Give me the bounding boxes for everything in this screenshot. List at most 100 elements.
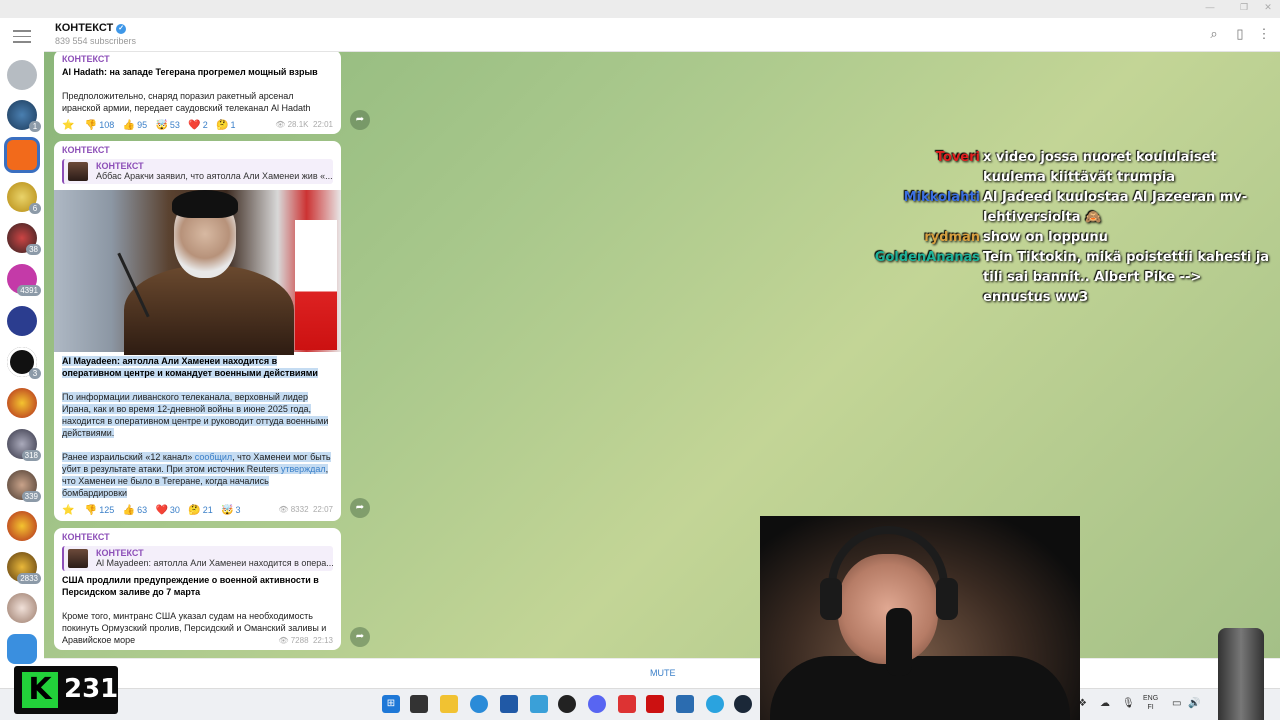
- chat-avatar[interactable]: 1: [7, 100, 41, 132]
- reply-thumbnail: [68, 549, 88, 568]
- chat-avatar-kontekst[interactable]: [7, 140, 37, 170]
- volume-icon[interactable]: 🔊: [1188, 698, 1200, 709]
- chat-avatar[interactable]: 339: [7, 470, 41, 502]
- reaction-star[interactable]: ⭐: [62, 502, 76, 519]
- chat-line: Toveri x video jossa nuoret koululaiset k…: [935, 150, 1217, 185]
- reaction[interactable]: ❤️ 30: [155, 502, 179, 519]
- message-channel: КОНТЕКСТ: [62, 532, 110, 542]
- telegram-icon[interactable]: [706, 695, 724, 713]
- reaction[interactable]: 🤯 3: [221, 502, 240, 519]
- window-titlebar: — ❐ ✕: [0, 0, 1280, 18]
- app-icon[interactable]: [530, 695, 548, 713]
- webcam-overlay: [760, 516, 1080, 720]
- microphone-icon[interactable]: 🎙: [1122, 698, 1135, 709]
- message-photo[interactable]: [54, 190, 341, 355]
- search-icon[interactable]: ⌕: [1206, 26, 1222, 42]
- verified-icon: ✓: [116, 24, 127, 34]
- chat-line: GoldenAnanas Tein Tiktokin, mikä poistett…: [874, 250, 1270, 305]
- chat-avatar[interactable]: 6: [7, 182, 41, 214]
- channel-title[interactable]: КОНТЕКСТ ✓: [55, 22, 127, 34]
- chat-avatar[interactable]: 2833: [7, 552, 41, 584]
- more-icon[interactable]: ⋮: [1256, 26, 1272, 42]
- headphones-image: [828, 526, 948, 586]
- steam-icon[interactable]: [734, 695, 752, 713]
- chat-avatar[interactable]: [7, 511, 37, 541]
- chat-line: rydman show on loppunu: [870, 228, 1270, 248]
- store-icon[interactable]: [500, 695, 518, 713]
- language-indicator[interactable]: ENG FI: [1143, 694, 1158, 712]
- chat-area: КОНТЕКСТ Al Hadath: на западе Тегерана п…: [44, 52, 1280, 658]
- message-meta: 👁 28.1K 22:01: [275, 120, 333, 129]
- chat-username: Mikkolahti: [903, 190, 980, 205]
- overlay-counter: K 231: [14, 666, 118, 714]
- filezilla-icon[interactable]: [646, 695, 664, 713]
- message-title: Al Mayadeen: аятолла Али Хаменеи находит…: [62, 356, 318, 378]
- link-claimed[interactable]: утверждал: [281, 464, 326, 474]
- discord-icon[interactable]: [588, 695, 606, 713]
- reaction[interactable]: 👎 108: [85, 117, 114, 134]
- reaction[interactable]: ❤️ 2: [188, 117, 207, 134]
- chat-avatar[interactable]: [7, 388, 37, 418]
- reply-preview[interactable]: КОНТЕКСТ Al Mayadeen: аятолла Али Хамене…: [62, 546, 333, 571]
- message-channel: КОНТЕКСТ: [62, 145, 110, 155]
- chat-avatar[interactable]: [7, 306, 37, 336]
- start-icon[interactable]: ⊞: [382, 695, 400, 713]
- views-icon: 👁: [275, 120, 288, 129]
- close-icon[interactable]: ✕: [1258, 2, 1278, 13]
- reaction[interactable]: 🤔 21: [188, 502, 212, 519]
- bookmark-icon[interactable]: [7, 634, 37, 664]
- message-meta: 👁 8332 22:07: [278, 505, 333, 514]
- mute-button[interactable]: MUTE: [650, 668, 676, 678]
- task-view-icon[interactable]: [410, 695, 428, 713]
- file-explorer-icon[interactable]: [440, 695, 458, 713]
- reply-thumbnail: [68, 162, 88, 181]
- chat-username: Toveri: [935, 150, 980, 165]
- reaction[interactable]: 🤯 53: [155, 117, 179, 134]
- views-icon: 👁: [278, 636, 291, 645]
- minimize-icon[interactable]: —: [1200, 2, 1220, 12]
- message-channel: КОНТЕКСТ: [62, 54, 110, 64]
- message-title: Al Hadath: на западе Тегерана прогремел …: [62, 67, 318, 77]
- microphone-image: [886, 608, 912, 676]
- message[interactable]: КОНТЕКСТ Al Hadath: на западе Тегерана п…: [54, 52, 341, 134]
- sidebar-toggle-icon[interactable]: ▯: [1232, 26, 1248, 42]
- message-title: США продлили предупреждение о военной ак…: [62, 575, 319, 597]
- app-icon[interactable]: [558, 695, 576, 713]
- chat-avatar[interactable]: 318: [7, 429, 41, 461]
- taskbar: ⊞ ⌃ ❖ ☁ 🎙 ENGFI ▭ 🔊: [0, 688, 1280, 720]
- chat-avatar[interactable]: 3: [7, 347, 41, 379]
- reaction[interactable]: 👍 63: [123, 502, 147, 519]
- app-icon[interactable]: [618, 695, 636, 713]
- message-body: Предположительно, снаряд поразил ракетны…: [62, 91, 311, 113]
- reaction[interactable]: 👍 95: [123, 117, 147, 134]
- forward-icon[interactable]: ➦: [350, 627, 370, 647]
- network-icon[interactable]: ▭: [1172, 698, 1181, 709]
- chat-header: КОНТЕКСТ ✓ 839 554 subscribers ⌕ ▯ ⋮: [44, 18, 1280, 52]
- chat-username: rydman: [924, 230, 980, 245]
- reactions: ⭐ 👎 108 👍 95 🤯 53 ❤️ 2 🤔 1 👁 28.1K 22:01: [54, 117, 341, 134]
- chat-list-rail: 1 6 38 4391 3 318 339 2833: [0, 18, 44, 688]
- reaction[interactable]: 👎 125: [85, 502, 114, 519]
- reaction-star[interactable]: ⭐: [62, 117, 76, 134]
- maximize-icon[interactable]: ❐: [1234, 2, 1254, 13]
- archive-icon[interactable]: [7, 60, 37, 90]
- menu-icon[interactable]: [13, 30, 31, 47]
- chat-avatar[interactable]: [7, 593, 37, 623]
- chat-avatar[interactable]: 38: [7, 223, 41, 255]
- reaction[interactable]: 🤔 1: [216, 117, 235, 134]
- link-reported[interactable]: сообщил: [195, 452, 232, 462]
- reply-preview[interactable]: КОНТЕКСТ Аббас Аракчи заявил, что аятолл…: [62, 159, 333, 184]
- message[interactable]: КОНТЕКСТ КОНТЕКСТ Al Mayadeen: аятолла А…: [54, 528, 341, 650]
- edge-icon[interactable]: [470, 695, 488, 713]
- subscriber-count: 839 554 subscribers: [55, 36, 137, 46]
- forward-icon[interactable]: ➦: [350, 498, 370, 518]
- flag-image: [295, 220, 337, 350]
- message[interactable]: КОНТЕКСТ КОНТЕКСТ Аббас Аракчи заявил, ч…: [54, 141, 341, 521]
- forward-icon[interactable]: ➦: [350, 110, 370, 130]
- app-icon[interactable]: [676, 695, 694, 713]
- composer-bar: MUTE: [44, 658, 1280, 688]
- chat-line: Mikkolahti Al Jadeed kuulostaa Al Jazeera…: [903, 190, 1248, 225]
- counter-value: 231: [64, 674, 119, 704]
- chat-avatar[interactable]: 4391: [7, 264, 41, 296]
- tray-icon[interactable]: ☁: [1100, 698, 1110, 709]
